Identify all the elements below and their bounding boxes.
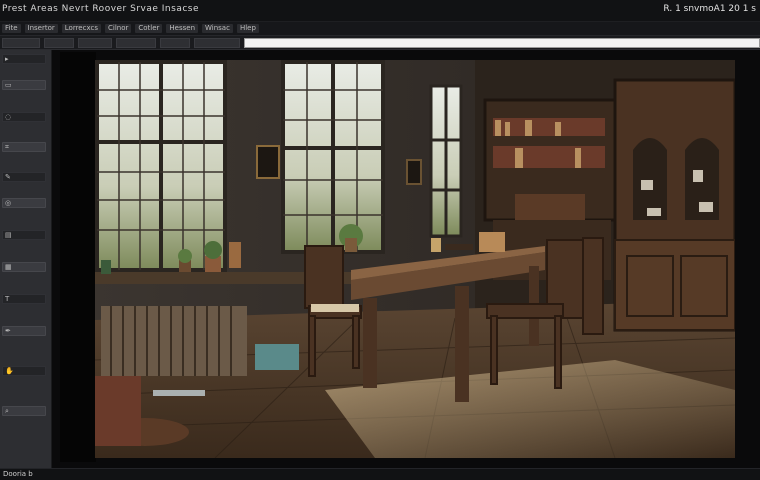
eraser-icon: ▤ — [5, 231, 12, 239]
lasso-icon: ◌ — [5, 113, 12, 121]
size-dropdown[interactable] — [78, 38, 112, 48]
flow-field[interactable] — [160, 38, 190, 48]
hand-icon: ✋ — [5, 367, 14, 375]
marquee-tool-button[interactable]: ▭ — [2, 80, 46, 90]
document-canvas[interactable] — [95, 60, 735, 458]
tool-preset-picker[interactable] — [2, 38, 40, 48]
pen-tool-button[interactable]: ✒ — [2, 326, 46, 336]
pen-icon: ✒ — [5, 327, 11, 335]
tools-panel: ▸ ▭ ◌ ⌗ ✎ ◎ ▤ ▦ T ✒ ✋ ⌕ — [0, 50, 52, 468]
status-text: Dooria b — [3, 470, 33, 478]
app-title: Prest Areas Nevrt Roover Srvae Insacse — [2, 4, 200, 14]
gradient-icon: ▦ — [5, 263, 12, 271]
hand-tool-button[interactable]: ✋ — [2, 366, 46, 376]
menu-file[interactable]: Fite — [2, 24, 21, 33]
zoom-tool-button[interactable]: ⌕ — [2, 406, 46, 416]
menu-select[interactable]: Hessen — [166, 24, 199, 33]
text-tool-button[interactable]: T — [2, 294, 46, 304]
marquee-icon: ▭ — [5, 81, 12, 89]
title-bar: Prest Areas Nevrt Roover Srvae Insacse R… — [0, 0, 760, 22]
crop-icon: ⌗ — [5, 143, 9, 151]
sample-dropdown[interactable] — [194, 38, 240, 48]
text-icon: T — [5, 295, 10, 303]
status-bar: Dooria b — [0, 468, 760, 480]
mode-dropdown[interactable] — [44, 38, 74, 48]
document-info: R. 1 snvmoA1 20 1 s — [663, 4, 756, 14]
menu-help[interactable]: Hlep — [236, 24, 259, 33]
zoom-icon: ⌕ — [5, 407, 9, 415]
menu-insert[interactable]: Insertor — [24, 24, 58, 33]
menu-color[interactable]: Cilnor — [104, 24, 132, 33]
move-tool-button[interactable]: ▸ — [2, 54, 46, 64]
eraser-tool-button[interactable]: ▤ — [2, 230, 46, 240]
options-bar — [0, 36, 760, 50]
menu-layers[interactable]: Lorrecxcs — [61, 24, 101, 33]
clone-tool-button[interactable]: ◎ — [2, 198, 46, 208]
lasso-tool-button[interactable]: ◌ — [2, 112, 46, 122]
gradient-tool-button[interactable]: ▦ — [2, 262, 46, 272]
move-icon: ▸ — [5, 55, 9, 63]
menu-bar: Fite Insertor Lorrecxcs Cilnor Cotler He… — [0, 22, 760, 36]
brush-icon: ✎ — [5, 173, 11, 181]
path-input[interactable] — [244, 38, 760, 48]
interior-photo — [95, 60, 735, 458]
brush-tool-button[interactable]: ✎ — [2, 172, 46, 182]
opacity-field[interactable] — [116, 38, 156, 48]
menu-filter[interactable]: Cotler — [135, 24, 163, 33]
clone-icon: ◎ — [5, 199, 12, 207]
crop-tool-button[interactable]: ⌗ — [2, 142, 46, 152]
canvas-shadow — [60, 52, 96, 462]
menu-window[interactable]: Winsac — [202, 24, 233, 33]
